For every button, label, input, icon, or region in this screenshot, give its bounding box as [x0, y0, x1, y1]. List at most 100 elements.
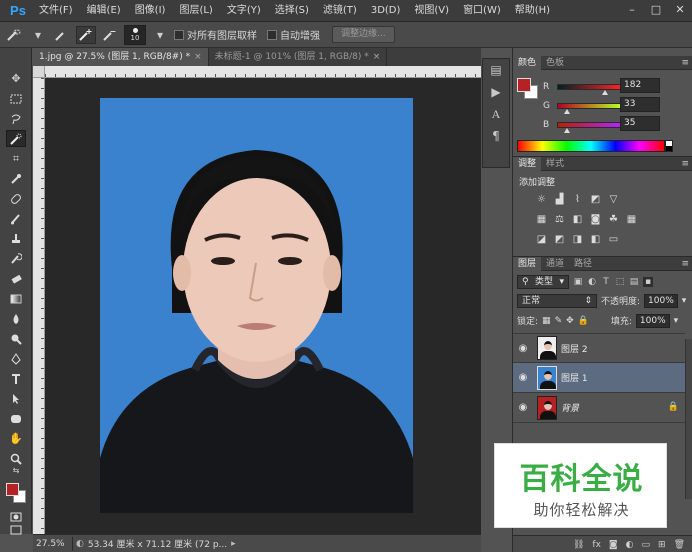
close-button[interactable]: ✕: [668, 0, 692, 18]
color-lookup-icon[interactable]: ▦: [625, 213, 638, 226]
ruler-origin[interactable]: [33, 66, 45, 78]
lock-transparent-icon[interactable]: ▦: [542, 316, 551, 326]
link-layers-icon[interactable]: ⛓: [573, 540, 584, 550]
gradient-tool-icon[interactable]: [6, 290, 26, 307]
dodge-tool-icon[interactable]: [6, 330, 26, 347]
panel-foreground-swatch[interactable]: [517, 78, 531, 92]
sample-all-layers-checkbox[interactable]: 对所有图层取样: [174, 27, 257, 42]
vertical-ruler[interactable]: [33, 78, 45, 534]
blur-tool-icon[interactable]: [6, 310, 26, 327]
tab-color[interactable]: 颜色: [513, 55, 542, 70]
type-tool-icon[interactable]: [6, 370, 26, 387]
fill-field[interactable]: 100%: [635, 313, 670, 328]
history-icon[interactable]: ▤: [483, 59, 509, 81]
blend-mode-select[interactable]: 正常 ⇕: [517, 293, 597, 308]
quick-selection-tool-icon[interactable]: [4, 26, 24, 44]
healing-brush-tool-icon[interactable]: [6, 190, 26, 207]
visibility-eye-icon[interactable]: ◉: [513, 372, 533, 383]
lock-position-icon[interactable]: ✥: [566, 316, 574, 326]
menu-3d[interactable]: 3D(D): [364, 0, 408, 22]
filter-toggle-icon[interactable]: ▪: [643, 276, 653, 287]
layer-row-layer-2[interactable]: ◉ 图层 2: [513, 333, 685, 363]
zoom-level[interactable]: 27.5%: [33, 539, 69, 549]
selective-color-icon[interactable]: ◧: [589, 233, 602, 246]
levels-icon[interactable]: ▟: [553, 193, 566, 206]
new-adjustment-icon[interactable]: ◐: [626, 540, 634, 550]
subtract-from-selection-icon[interactable]: [100, 26, 120, 44]
visibility-eye-icon[interactable]: ◉: [513, 343, 533, 354]
marquee-tool-icon[interactable]: [6, 90, 26, 107]
status-menu-icon[interactable]: ◐: [76, 539, 84, 549]
shape-tool-icon[interactable]: [6, 410, 26, 427]
fill-dropdown-icon[interactable]: ▾: [674, 316, 679, 326]
green-slider-thumb[interactable]: [564, 109, 570, 114]
document-canvas[interactable]: [100, 98, 413, 513]
close-tab-icon[interactable]: ×: [194, 48, 202, 66]
posterize-icon[interactable]: ◩: [553, 233, 566, 246]
blue-slider[interactable]: [557, 122, 621, 133]
black-white-ramp[interactable]: [665, 140, 673, 152]
close-tab-icon[interactable]: ×: [373, 48, 381, 66]
layers-scrollbar[interactable]: [685, 339, 692, 499]
black-white-icon[interactable]: ◧: [571, 213, 584, 226]
invert-icon[interactable]: ◪: [535, 233, 548, 246]
channel-mixer-icon[interactable]: ☘: [607, 213, 620, 226]
gradient-map-icon[interactable]: ▭: [607, 233, 620, 246]
canvas-area[interactable]: [45, 78, 481, 534]
tab-styles[interactable]: 样式: [541, 157, 569, 171]
refine-edge-button[interactable]: 调整边缘...: [332, 26, 395, 43]
threshold-icon[interactable]: ◨: [571, 233, 584, 246]
opacity-dropdown-icon[interactable]: ▾: [682, 296, 687, 306]
crop-tool-icon[interactable]: ⌗: [6, 150, 26, 167]
layer-row-layer-1[interactable]: ◉ 图层 1: [513, 363, 685, 393]
tab-paths[interactable]: 路径: [569, 257, 597, 271]
character-icon[interactable]: A: [483, 103, 509, 125]
panel-menu-icon[interactable]: ≡: [681, 157, 689, 171]
brush-tool-icon[interactable]: [6, 210, 26, 227]
exposure-icon[interactable]: ◩: [589, 193, 602, 206]
tab-layers[interactable]: 图层: [513, 256, 542, 271]
green-slider[interactable]: [557, 103, 621, 114]
hue-saturation-icon[interactable]: ▦: [535, 213, 548, 226]
new-layer-icon[interactable]: ⊞: [658, 540, 666, 550]
restore-button[interactable]: □: [644, 0, 668, 18]
brightness-contrast-icon[interactable]: ☼: [535, 193, 548, 206]
horizontal-ruler[interactable]: [45, 66, 481, 78]
new-selection-icon[interactable]: [52, 26, 72, 44]
red-slider[interactable]: [557, 84, 621, 95]
menu-file[interactable]: 文件(F): [32, 0, 80, 22]
lock-pixels-icon[interactable]: ✎: [555, 316, 563, 326]
add-to-selection-icon[interactable]: [76, 25, 96, 44]
clone-stamp-tool-icon[interactable]: [6, 230, 26, 247]
red-slider-thumb[interactable]: [602, 90, 608, 95]
status-arrow-icon[interactable]: ▸: [231, 539, 236, 549]
panel-menu-icon[interactable]: ≡: [681, 257, 689, 271]
vibrance-icon[interactable]: ▽: [607, 193, 620, 206]
swap-colors-icon[interactable]: ⇆: [6, 464, 26, 476]
panel-menu-icon[interactable]: ≡: [681, 56, 689, 70]
menu-edit[interactable]: 编辑(E): [80, 0, 128, 22]
visibility-eye-icon[interactable]: ◉: [513, 402, 533, 413]
tool-preset-dropdown-icon[interactable]: ▾: [28, 26, 48, 44]
tab-1-jpg[interactable]: 1.jpg @ 27.5% (图层 1, RGB/8#) * ×: [33, 48, 209, 66]
tab-swatches[interactable]: 色板: [541, 56, 569, 70]
lasso-tool-icon[interactable]: [6, 110, 26, 127]
filter-shape-icon[interactable]: ⬚: [615, 277, 625, 287]
checkbox-box[interactable]: [174, 29, 184, 40]
tab-channels[interactable]: 通道: [541, 257, 569, 271]
menu-help[interactable]: 帮助(H): [508, 0, 557, 22]
delete-layer-icon[interactable]: 🗑: [674, 540, 685, 550]
filter-kind-select[interactable]: ⚲ 类型 ▾: [517, 274, 569, 289]
menu-window[interactable]: 窗口(W): [456, 0, 508, 22]
menu-filter[interactable]: 滤镜(T): [316, 0, 364, 22]
filter-smart-object-icon[interactable]: ▤: [629, 277, 639, 287]
opacity-field[interactable]: 100%: [644, 293, 678, 308]
move-tool-icon[interactable]: ✥: [6, 70, 26, 87]
photo-filter-icon[interactable]: ◙: [589, 213, 602, 226]
foreground-color-swatch[interactable]: [6, 483, 19, 496]
history-brush-tool-icon[interactable]: [6, 250, 26, 267]
path-selection-tool-icon[interactable]: [6, 390, 26, 407]
actions-play-icon[interactable]: ▶: [483, 81, 509, 103]
curves-icon[interactable]: ⌇: [571, 193, 584, 206]
brush-size-picker[interactable]: 10: [124, 24, 146, 45]
